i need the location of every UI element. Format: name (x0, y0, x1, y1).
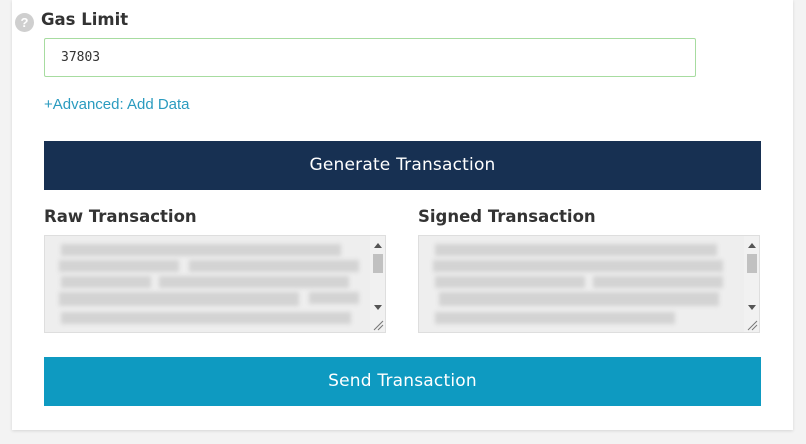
scroll-down-arrow-icon[interactable] (748, 305, 756, 310)
help-icon[interactable]: ? (15, 13, 34, 32)
advanced-add-data-link[interactable]: +Advanced: Add Data (44, 96, 190, 113)
scroll-thumb[interactable] (373, 254, 383, 273)
scroll-thumb[interactable] (747, 254, 757, 273)
raw-transaction-label: Raw Transaction (44, 207, 197, 226)
redacted-content (433, 240, 733, 330)
redacted-content (59, 240, 359, 330)
gas-limit-label: Gas Limit (41, 10, 129, 29)
scroll-up-arrow-icon[interactable] (374, 243, 382, 248)
resize-grip-icon[interactable] (371, 318, 384, 331)
resize-grip-icon[interactable] (745, 318, 758, 331)
send-transaction-button[interactable]: Send Transaction (44, 357, 761, 406)
signed-transaction-label: Signed Transaction (418, 207, 596, 226)
raw-transaction-textarea[interactable] (44, 235, 386, 333)
signed-transaction-textarea[interactable] (418, 235, 760, 333)
gas-limit-input[interactable]: 37803 (44, 38, 696, 77)
generate-transaction-button[interactable]: Generate Transaction (44, 141, 761, 190)
scroll-up-arrow-icon[interactable] (748, 243, 756, 248)
scroll-down-arrow-icon[interactable] (374, 305, 382, 310)
